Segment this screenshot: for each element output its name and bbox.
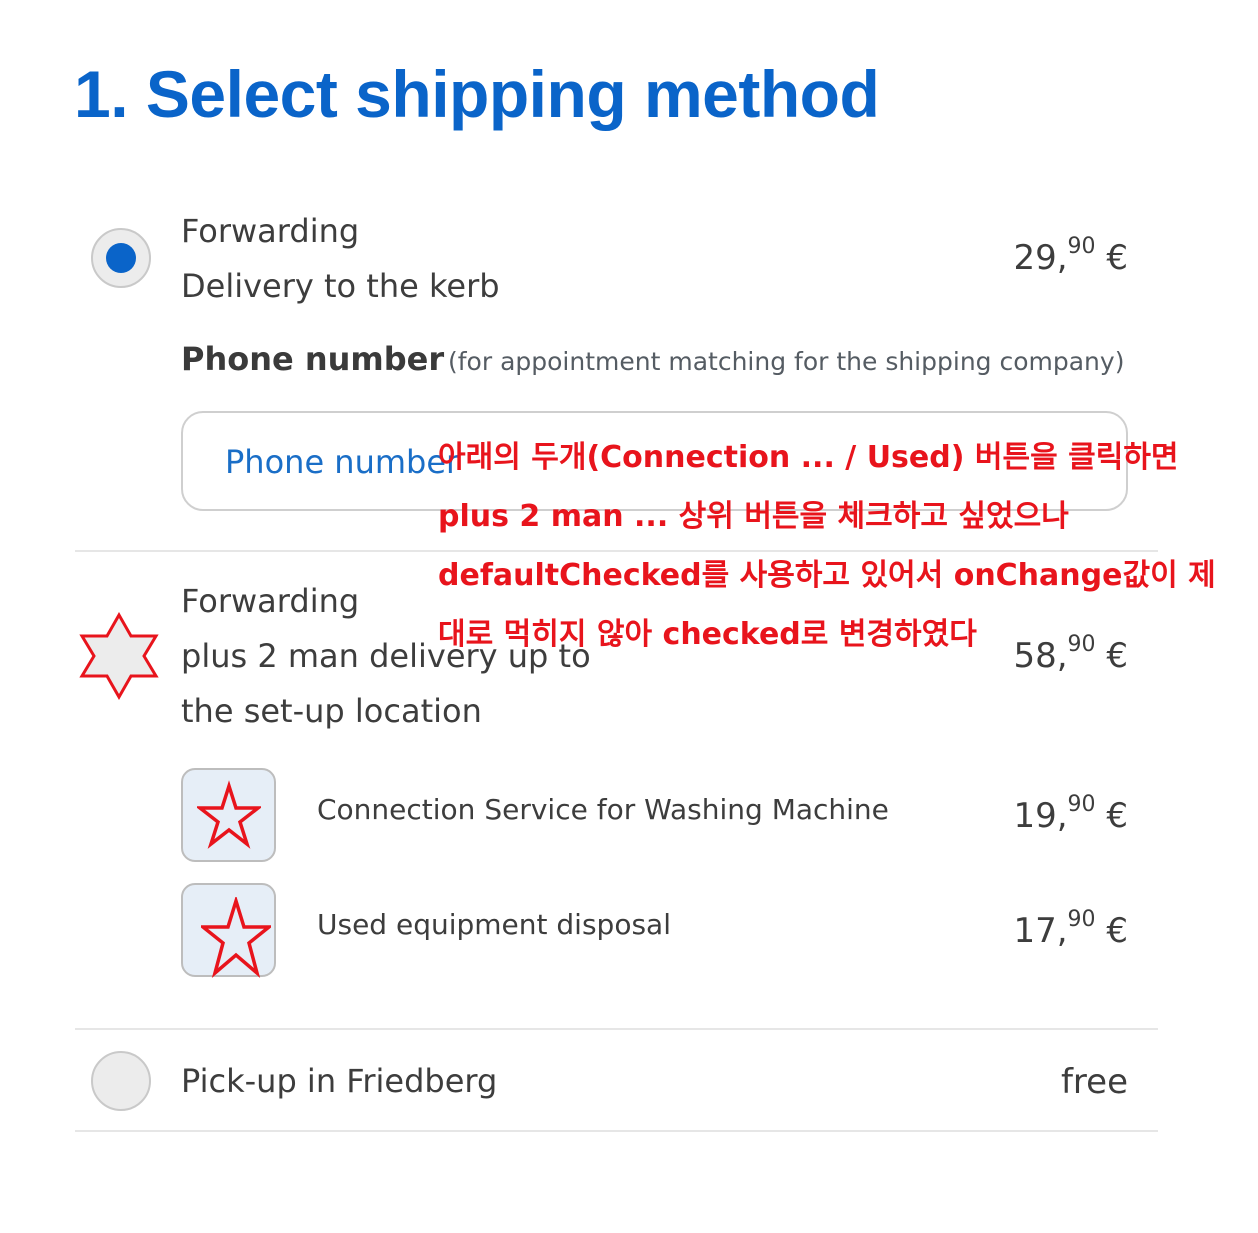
price-main: 29, bbox=[1013, 238, 1068, 278]
checkbox-connection-service[interactable] bbox=[181, 768, 276, 862]
price-currency: € bbox=[1095, 796, 1128, 836]
phone-hint: (for appointment matching for the shippi… bbox=[448, 347, 1125, 376]
option-pickup-price: free bbox=[1060, 1062, 1128, 1102]
price-main: 58, bbox=[1013, 636, 1068, 676]
price-main: 17, bbox=[1013, 911, 1068, 951]
page-title: 1. Select shipping method bbox=[74, 57, 880, 131]
star-icon bbox=[201, 897, 271, 979]
checkbox-used-equipment-disposal[interactable] bbox=[181, 883, 276, 979]
price-currency: € bbox=[1095, 636, 1128, 676]
option-forwarding-kerb-price: 29,90 € bbox=[1013, 234, 1128, 278]
option-description: Delivery to the kerb bbox=[181, 267, 500, 305]
option-forwarding-2man-price: 58,90 € bbox=[1013, 632, 1128, 676]
price-main: 19, bbox=[1013, 796, 1068, 836]
price-cents: 90 bbox=[1067, 234, 1096, 259]
option-pickup-label: Pick-up in Friedberg bbox=[181, 1062, 498, 1100]
divider bbox=[75, 1028, 1158, 1030]
radio-forwarding-kerb[interactable] bbox=[91, 228, 151, 288]
annotation-line-4: 대로 먹히지 않아 checked로 변경하였다 bbox=[438, 617, 977, 652]
price-currency: € bbox=[1095, 911, 1128, 951]
annotation-line-2: plus 2 man ... 상위 버튼을 체크하고 싶었으나 bbox=[438, 499, 1069, 534]
price-cents: 90 bbox=[1067, 907, 1096, 932]
radio-selected-dot bbox=[106, 243, 136, 273]
price-currency: € bbox=[1095, 238, 1128, 278]
option-name: Forwarding bbox=[181, 212, 360, 250]
price-cents: 90 bbox=[1067, 792, 1096, 817]
radio-pickup-friedberg[interactable] bbox=[91, 1051, 151, 1111]
extra-connection-service-label: Connection Service for Washing Machine bbox=[317, 793, 889, 826]
price-cents: 90 bbox=[1067, 632, 1096, 657]
extra-used-equipment-disposal-price: 17,90 € bbox=[1013, 907, 1128, 951]
extra-used-equipment-disposal-label: Used equipment disposal bbox=[317, 908, 671, 941]
divider bbox=[75, 1130, 1158, 1132]
annotation-line-1: 아래의 두개(Connection ... / Used) 버튼을 클릭하면 bbox=[438, 440, 1179, 475]
option-description-line2: the set-up location bbox=[181, 692, 482, 730]
star-icon bbox=[197, 780, 261, 849]
extra-connection-service-price: 19,90 € bbox=[1013, 792, 1128, 836]
phone-label: Phone number bbox=[181, 340, 445, 378]
hexagram-radio-marker[interactable] bbox=[76, 612, 162, 700]
annotation-line-3: defaultChecked를 사용하고 있어서 onChange값이 제 bbox=[438, 558, 1216, 593]
option-forwarding-kerb-label: Forwarding Delivery to the kerb bbox=[181, 204, 500, 314]
phone-placeholder: Phone number bbox=[225, 443, 460, 481]
